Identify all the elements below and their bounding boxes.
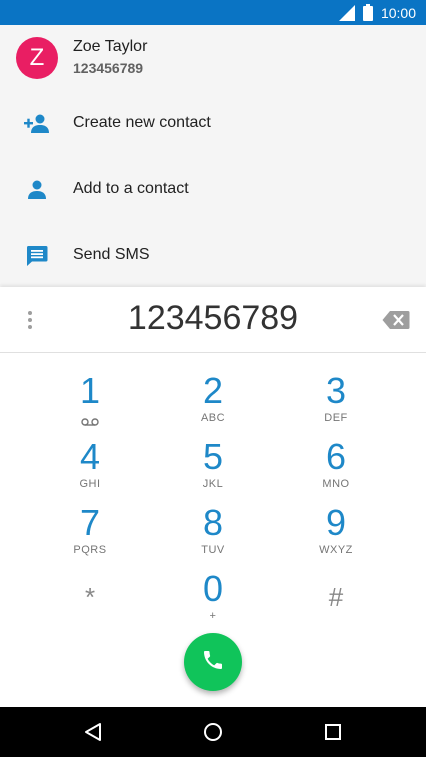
back-icon[interactable] [81,720,105,744]
key-digit: * [84,582,96,612]
key-digit: 1 [79,370,101,411]
key-8[interactable]: 8 TUV [158,503,268,567]
add-person-icon [24,112,50,136]
create-new-contact-button[interactable]: Create new contact [0,91,426,157]
key-5[interactable]: 5 JKL [158,437,268,501]
digits-bar: 123456789 [0,287,426,353]
key-digit: 0 [202,568,224,609]
key-letters: PQRS [73,544,107,556]
key-4[interactable]: 4 GHI [35,437,145,501]
key-9[interactable]: 9 WXYZ [281,503,391,567]
status-bar: 10:00 [0,0,426,25]
recents-icon[interactable] [321,720,345,744]
suggestions-list: Z Zoe Taylor 123456789 Create new contac… [0,25,426,287]
key-hash[interactable]: # [281,569,391,633]
key-letters: + [209,610,217,622]
key-letters: JKL [202,478,224,490]
key-letters: ABC [200,412,226,424]
key-6[interactable]: 6 MNO [281,437,391,501]
overflow-menu-icon[interactable] [20,309,40,331]
action-label: Send SMS [73,246,150,263]
signal-icon [338,4,355,21]
key-letters: GHI [79,478,101,490]
dialer-screen: 10:00 Z Zoe Taylor 123456789 Create new … [0,0,426,757]
person-icon [24,178,50,202]
call-button[interactable] [184,633,242,691]
add-to-contact-button[interactable]: Add to a contact [0,157,426,223]
key-digit: 6 [325,436,347,477]
digits-display[interactable]: 123456789 [60,299,366,338]
phone-icon [201,648,225,677]
status-time: 10:00 [380,4,416,21]
key-digit: 8 [202,502,224,543]
key-star[interactable]: * [35,569,145,633]
key-digit: 4 [79,436,101,477]
key-digit: 5 [202,436,224,477]
message-icon [24,244,50,268]
send-sms-button[interactable]: Send SMS [0,223,426,289]
key-0[interactable]: 0 + [158,569,268,633]
action-label: Add to a contact [73,180,189,197]
key-7[interactable]: 7 PQRS [35,503,145,567]
key-letters: DEF [324,412,348,424]
home-icon[interactable] [201,720,225,744]
key-3[interactable]: 3 DEF [281,371,391,435]
key-digit: 7 [79,502,101,543]
key-letters: TUV [201,544,225,556]
key-1[interactable]: 1 [35,371,145,435]
contact-number: 123456789 [73,60,144,76]
backspace-icon[interactable] [382,310,410,330]
key-digit: 3 [325,370,347,411]
battery-icon [362,4,373,21]
key-digit: 2 [202,370,224,411]
action-label: Create new contact [73,114,211,131]
key-digit: 9 [325,502,347,543]
contact-suggestion[interactable]: Z Zoe Taylor 123456789 [0,25,426,91]
navigation-bar [0,707,426,757]
contact-name: Zoe Taylor [73,38,148,55]
avatar: Z [16,37,58,79]
key-2[interactable]: 2 ABC [158,371,268,435]
key-letters: WXYZ [319,544,353,556]
key-digit: # [328,582,344,612]
voicemail-icon [81,413,99,431]
key-letters: MNO [322,478,350,490]
